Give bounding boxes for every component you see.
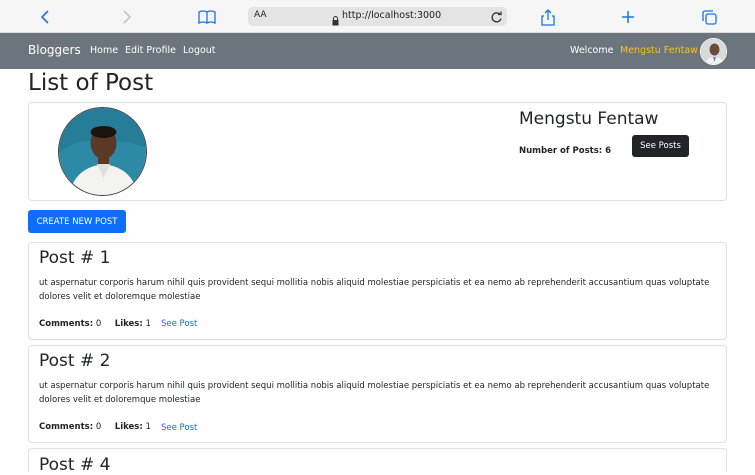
welcome-text: Welcome	[570, 45, 614, 56]
comments-label: Comments:	[39, 319, 94, 329]
tabs-overview-icon[interactable]	[698, 6, 720, 28]
post-body: ut aspernatur corporis harum nihil quis …	[39, 278, 710, 302]
nav-link-edit-profile[interactable]: Edit Profile	[125, 45, 176, 56]
page-title: List of Post	[28, 70, 154, 96]
nav-link-home[interactable]: Home	[90, 45, 118, 56]
share-icon[interactable]	[537, 6, 559, 28]
see-post-link[interactable]: See Post	[161, 319, 197, 329]
posts-count: Number of Posts: 6	[519, 146, 612, 156]
lock-icon	[332, 11, 339, 30]
post-title: Post # 1	[39, 248, 111, 268]
forward-icon[interactable]	[115, 6, 137, 28]
likes-count: 1	[145, 422, 151, 432]
back-icon[interactable]	[35, 6, 57, 28]
create-new-post-button[interactable]: CREATE NEW POST	[28, 210, 126, 233]
avatar[interactable]	[700, 38, 727, 65]
see-posts-button[interactable]: See Posts	[632, 135, 689, 157]
profile-photo	[58, 107, 147, 196]
post-title: Post # 4	[39, 455, 111, 475]
reader-aa-button[interactable]: AA	[254, 10, 267, 20]
nav-user-name[interactable]: Mengstu Fentaw	[620, 45, 698, 56]
reload-icon[interactable]	[490, 9, 503, 28]
browser-toolbar: AA http://localhost:3000	[0, 0, 755, 33]
likes-label: Likes:	[114, 319, 143, 329]
post-card: Post # 1 ut aspernatur corporis harum ni…	[28, 242, 727, 340]
likes-count: 1	[145, 319, 151, 329]
post-card: Post # 2 ut aspernatur corporis harum ni…	[28, 345, 727, 443]
post-body: ut aspernatur corporis harum nihil quis …	[39, 381, 710, 405]
post-meta: Comments: 0 Likes: 1	[39, 319, 151, 329]
app-navbar: Bloggers Home Edit Profile Logout Welcom…	[0, 33, 755, 69]
post-card: Post # 4	[28, 448, 727, 475]
post-title: Post # 2	[39, 351, 111, 371]
new-tab-plus-icon[interactable]	[617, 6, 639, 28]
comments-count: 0	[95, 422, 102, 432]
profile-card: Mengstu Fentaw Number of Posts: 6 See Po…	[28, 102, 727, 201]
comments-label: Comments:	[39, 422, 94, 432]
comments-count: 0	[95, 319, 102, 329]
see-post-link[interactable]: See Post	[161, 423, 197, 433]
url-text: http://localhost:3000	[342, 10, 442, 21]
address-bar[interactable]: AA http://localhost:3000	[248, 7, 507, 26]
post-meta: Comments: 0 Likes: 1	[39, 422, 151, 432]
bookmarks-icon[interactable]	[196, 6, 218, 28]
nav-link-logout[interactable]: Logout	[183, 45, 216, 56]
profile-name: Mengstu Fentaw	[519, 109, 659, 129]
likes-label: Likes:	[114, 422, 143, 432]
brand-link[interactable]: Bloggers	[28, 43, 81, 57]
